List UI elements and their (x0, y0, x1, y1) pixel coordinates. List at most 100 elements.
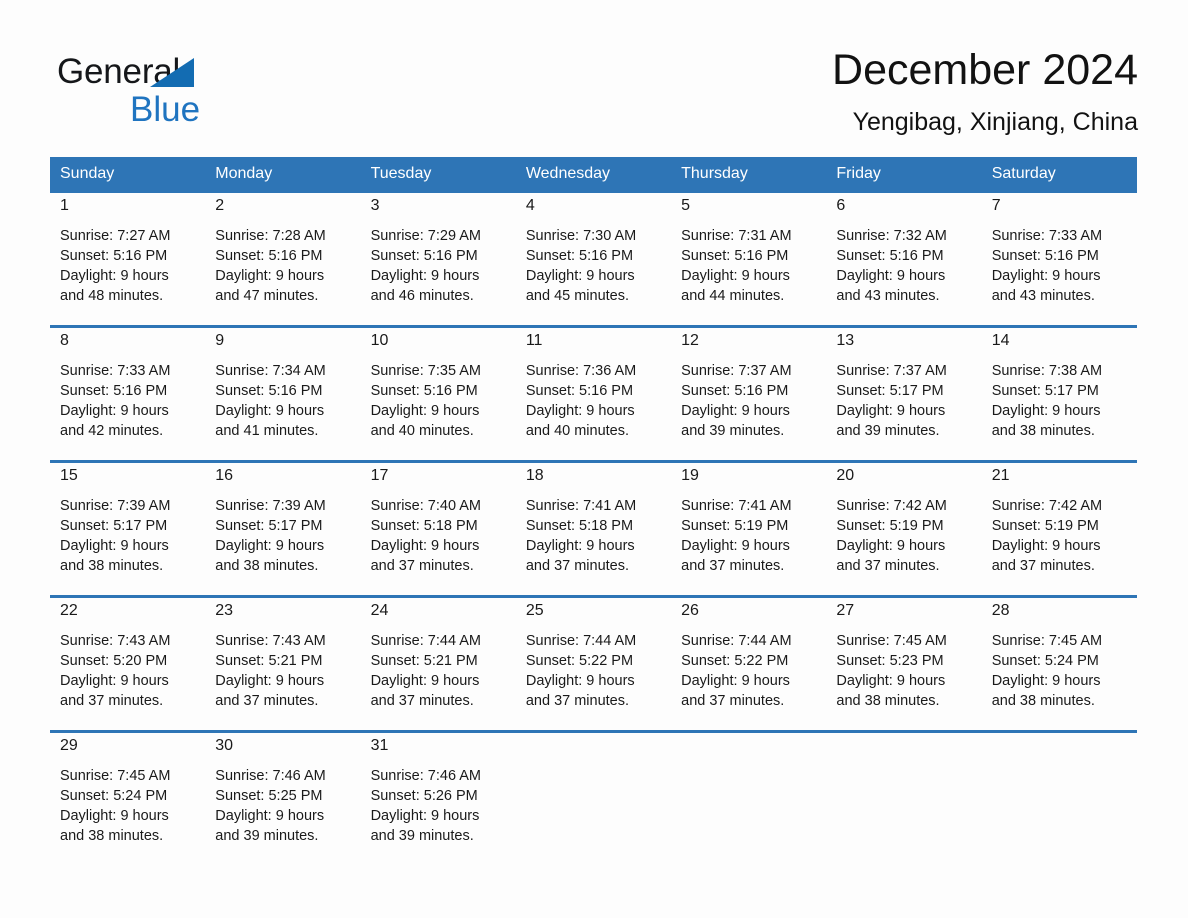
sunrise-text: Sunrise: 7:29 AM (370, 228, 481, 244)
day-number: 23 (215, 602, 234, 619)
day-cell-empty (981, 733, 1137, 861)
daylight-text-line2: and 39 minutes. (370, 828, 474, 844)
daylight-text-line2: and 38 minutes. (991, 423, 1095, 439)
sunset-text: Sunset: 5:22 PM (681, 653, 789, 669)
day-cell[interactable]: 21 Sunrise: 7:42 AM Sunset: 5:19 PM Dayl… (981, 463, 1137, 595)
day-number: 18 (525, 467, 544, 484)
day-number (516, 733, 671, 759)
day-details: Sunrise: 7:37 AM Sunset: 5:16 PM Dayligh… (671, 354, 826, 441)
day-cell[interactable]: 1 Sunrise: 7:27 AM Sunset: 5:16 PM Dayli… (50, 193, 206, 325)
page-title: December 2024 (832, 46, 1138, 94)
daylight-text-line1: Daylight: 9 hours (525, 673, 635, 689)
day-cell[interactable]: 11 Sunrise: 7:36 AM Sunset: 5:16 PM Dayl… (515, 328, 672, 460)
day-cell[interactable]: 16 Sunrise: 7:39 AM Sunset: 5:17 PM Dayl… (205, 463, 361, 595)
day-cell[interactable]: 9 Sunrise: 7:34 AM Sunset: 5:16 PM Dayli… (205, 328, 361, 460)
general-blue-logo[interactable]: General Blue (57, 52, 387, 132)
day-number: 15 (60, 467, 78, 484)
sunrise-text: Sunrise: 7:33 AM (991, 228, 1103, 244)
calendar-page: General Blue December 2024 Yengibag, Xin… (0, 0, 1188, 918)
daylight-text-line1: Daylight: 9 hours (60, 268, 169, 284)
day-cell[interactable]: 24 Sunrise: 7:44 AM Sunset: 5:21 PM Dayl… (360, 598, 516, 730)
daylight-text-line1: Daylight: 9 hours (60, 403, 169, 419)
day-details: Sunrise: 7:44 AM Sunset: 5:22 PM Dayligh… (671, 624, 826, 711)
day-cell[interactable]: 14 Sunrise: 7:38 AM Sunset: 5:17 PM Dayl… (981, 328, 1137, 460)
sunset-text: Sunset: 5:17 PM (215, 518, 323, 534)
day-cell[interactable]: 8 Sunrise: 7:33 AM Sunset: 5:16 PM Dayli… (50, 328, 206, 460)
day-cell[interactable]: 28 Sunrise: 7:45 AM Sunset: 5:24 PM Dayl… (981, 598, 1137, 730)
day-details: Sunrise: 7:42 AM Sunset: 5:19 PM Dayligh… (982, 489, 1137, 576)
daylight-text-line2: and 39 minutes. (681, 423, 785, 439)
daylight-text-line1: Daylight: 9 hours (60, 673, 169, 689)
day-details: Sunrise: 7:45 AM Sunset: 5:24 PM Dayligh… (982, 624, 1137, 711)
day-number: 4 (525, 197, 535, 214)
sunset-text: Sunset: 5:24 PM (60, 788, 168, 804)
day-number: 17 (370, 467, 389, 484)
sunrise-text: Sunrise: 7:30 AM (525, 228, 637, 244)
day-details: Sunrise: 7:28 AM Sunset: 5:16 PM Dayligh… (205, 219, 360, 306)
day-details: Sunrise: 7:42 AM Sunset: 5:19 PM Dayligh… (826, 489, 981, 576)
day-cell[interactable]: 26 Sunrise: 7:44 AM Sunset: 5:22 PM Dayl… (671, 598, 827, 730)
day-cell[interactable]: 23 Sunrise: 7:43 AM Sunset: 5:21 PM Dayl… (205, 598, 361, 730)
day-number: 14 (991, 332, 1010, 349)
page-header: General Blue December 2024 Yengibag, Xin… (0, 0, 1188, 152)
day-cell[interactable]: 19 Sunrise: 7:41 AM Sunset: 5:19 PM Dayl… (671, 463, 827, 595)
day-cell[interactable]: 6 Sunrise: 7:32 AM Sunset: 5:16 PM Dayli… (826, 193, 982, 325)
weekday-header-thursday: Thursday (681, 165, 748, 182)
day-details: Sunrise: 7:38 AM Sunset: 5:17 PM Dayligh… (982, 354, 1137, 441)
sunrise-text: Sunrise: 7:41 AM (525, 498, 637, 514)
day-details: Sunrise: 7:44 AM Sunset: 5:21 PM Dayligh… (361, 624, 516, 711)
logo-triangle-icon (150, 58, 194, 87)
day-cell[interactable]: 4 Sunrise: 7:30 AM Sunset: 5:16 PM Dayli… (515, 193, 672, 325)
daylight-text-line2: and 47 minutes. (215, 288, 319, 304)
day-cell[interactable]: 29 Sunrise: 7:45 AM Sunset: 5:24 PM Dayl… (50, 733, 206, 861)
day-cell[interactable]: 18 Sunrise: 7:41 AM Sunset: 5:18 PM Dayl… (515, 463, 672, 595)
daylight-text-line2: and 37 minutes. (370, 558, 474, 574)
day-number: 20 (836, 467, 855, 484)
day-details: Sunrise: 7:41 AM Sunset: 5:18 PM Dayligh… (516, 489, 671, 576)
daylight-text-line1: Daylight: 9 hours (370, 268, 480, 284)
title-block: December 2024 Yengibag, Xinjiang, China (832, 44, 1138, 137)
daylight-text-line2: and 37 minutes. (836, 558, 940, 574)
day-cell[interactable]: 7 Sunrise: 7:33 AM Sunset: 5:16 PM Dayli… (981, 193, 1137, 325)
day-cell[interactable]: 20 Sunrise: 7:42 AM Sunset: 5:19 PM Dayl… (826, 463, 982, 595)
daylight-text-line2: and 42 minutes. (60, 423, 164, 439)
day-details: Sunrise: 7:44 AM Sunset: 5:22 PM Dayligh… (516, 624, 671, 711)
daylight-text-line2: and 40 minutes. (525, 423, 630, 439)
week-row: 22 Sunrise: 7:43 AM Sunset: 5:20 PM Dayl… (50, 595, 1137, 730)
day-details: Sunrise: 7:29 AM Sunset: 5:16 PM Dayligh… (361, 219, 516, 306)
day-number: 31 (370, 737, 389, 754)
day-cell[interactable]: 27 Sunrise: 7:45 AM Sunset: 5:23 PM Dayl… (826, 598, 982, 730)
sunset-text: Sunset: 5:16 PM (681, 248, 789, 264)
sunrise-text: Sunrise: 7:45 AM (60, 768, 171, 784)
day-number: 19 (681, 467, 699, 484)
day-cell[interactable]: 12 Sunrise: 7:37 AM Sunset: 5:16 PM Dayl… (671, 328, 827, 460)
day-cell[interactable]: 13 Sunrise: 7:37 AM Sunset: 5:17 PM Dayl… (826, 328, 982, 460)
page-subtitle: Yengibag, Xinjiang, China (852, 108, 1138, 136)
sunset-text: Sunset: 5:21 PM (370, 653, 478, 669)
logo-top-line: General (57, 52, 387, 92)
day-number: 29 (60, 737, 78, 754)
day-cell[interactable]: 15 Sunrise: 7:39 AM Sunset: 5:17 PM Dayl… (50, 463, 206, 595)
day-cell[interactable]: 5 Sunrise: 7:31 AM Sunset: 5:16 PM Dayli… (671, 193, 827, 325)
day-cell[interactable]: 17 Sunrise: 7:40 AM Sunset: 5:18 PM Dayl… (360, 463, 516, 595)
sunset-text: Sunset: 5:26 PM (370, 788, 478, 804)
day-number: 22 (60, 602, 78, 619)
day-cell[interactable]: 30 Sunrise: 7:46 AM Sunset: 5:25 PM Dayl… (205, 733, 361, 861)
daylight-text-line1: Daylight: 9 hours (836, 268, 946, 284)
day-cell[interactable]: 3 Sunrise: 7:29 AM Sunset: 5:16 PM Dayli… (360, 193, 516, 325)
sunrise-text: Sunrise: 7:42 AM (836, 498, 947, 514)
day-number (826, 733, 981, 759)
day-cell[interactable]: 31 Sunrise: 7:46 AM Sunset: 5:26 PM Dayl… (360, 733, 516, 861)
day-cell[interactable]: 25 Sunrise: 7:44 AM Sunset: 5:22 PM Dayl… (515, 598, 672, 730)
day-cell[interactable]: 10 Sunrise: 7:35 AM Sunset: 5:16 PM Dayl… (360, 328, 516, 460)
daylight-text-line2: and 38 minutes. (991, 693, 1095, 709)
sunset-text: Sunset: 5:16 PM (525, 248, 634, 264)
sunset-text: Sunset: 5:16 PM (991, 248, 1099, 264)
day-cell[interactable]: 2 Sunrise: 7:28 AM Sunset: 5:16 PM Dayli… (205, 193, 361, 325)
daylight-text-line1: Daylight: 9 hours (525, 268, 635, 284)
sunrise-text: Sunrise: 7:45 AM (836, 633, 947, 649)
day-cell[interactable]: 22 Sunrise: 7:43 AM Sunset: 5:20 PM Dayl… (50, 598, 206, 730)
daylight-text-line2: and 37 minutes. (525, 558, 630, 574)
sunset-text: Sunset: 5:16 PM (681, 383, 789, 399)
day-cell-empty (671, 733, 827, 861)
